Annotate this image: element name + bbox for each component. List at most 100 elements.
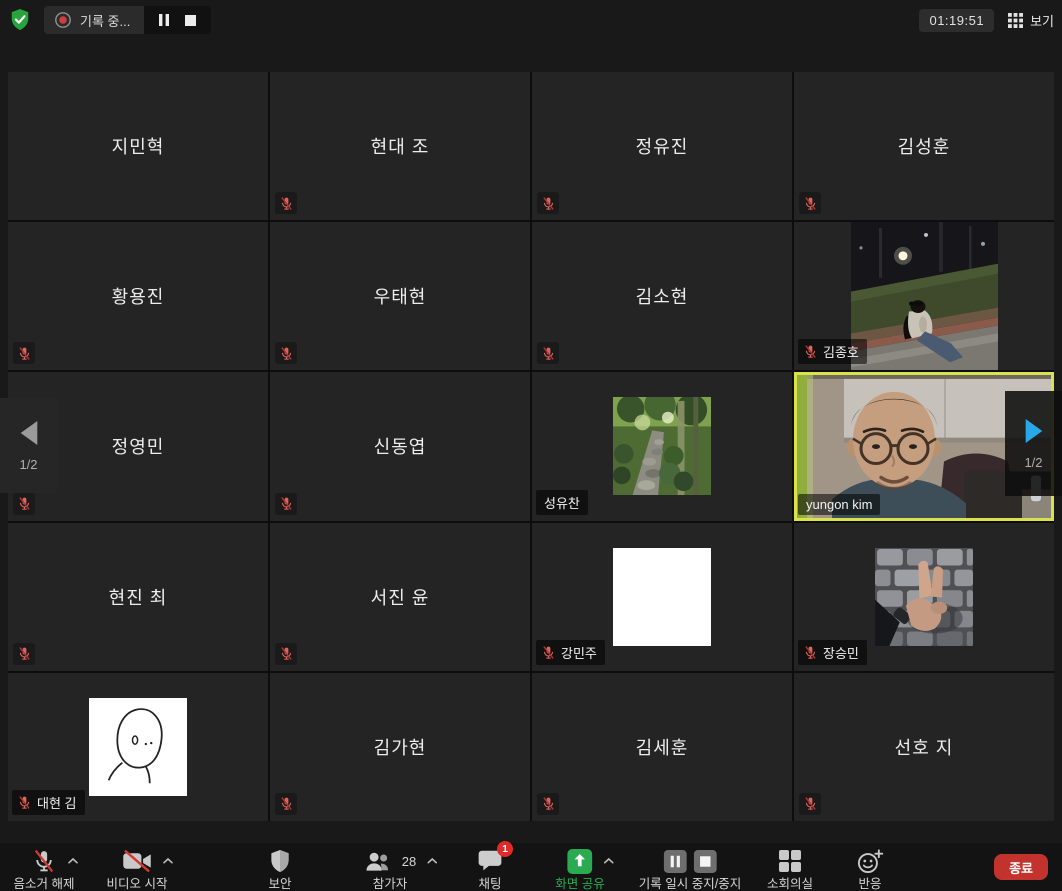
participant-tile-6[interactable]: 우태현: [270, 222, 530, 370]
participant-tile-8[interactable]: 김종호: [794, 222, 1054, 370]
participant-tile-7[interactable]: 김소현: [532, 222, 792, 370]
toolbar-item-reactions[interactable]: 반응: [857, 848, 884, 891]
toolbar-item-label: 화면 공유: [555, 878, 604, 891]
muted-mic-icon: [799, 192, 821, 214]
muted-mic-icon: [799, 793, 821, 815]
meeting-top-bar: 기록 중... 01:19:51 보기: [0, 0, 1062, 40]
meeting-timer: 01:19:51: [919, 9, 994, 32]
chat-unread-badge: 1: [497, 841, 513, 857]
participant-tile-15[interactable]: 강민주: [532, 523, 792, 671]
participant-name: 현대 조: [270, 72, 530, 220]
participant-name-label: yungon kim: [798, 494, 880, 515]
toolbar-item-unmute[interactable]: 음소거 해제: [14, 848, 75, 891]
participant-tile-13[interactable]: 현진 최: [8, 523, 268, 671]
chevron-up-icon[interactable]: [67, 858, 78, 865]
participant-tile-2[interactable]: 현대 조: [270, 72, 530, 220]
toolbar-item-label: 반응: [858, 878, 881, 891]
encryption-shield-icon[interactable]: [8, 7, 32, 33]
participant-tile-18[interactable]: 김가현: [270, 673, 530, 821]
participants-icon: [364, 850, 393, 873]
participant-name: 장승민: [823, 643, 859, 662]
participant-name: 성유찬: [544, 493, 580, 512]
muted-mic-icon: [275, 342, 297, 364]
toolbar-item-label: 참가자: [373, 878, 408, 891]
grid-view-icon: [1008, 13, 1023, 28]
participant-video-grid: 지민혁현대 조정유진김성훈황용진우태현김소현 김종호정영민신동엽 성유찬: [8, 72, 1054, 821]
participant-tile-16[interactable]: 장승민: [794, 523, 1054, 671]
toolbar-item-chat[interactable]: 1채팅: [477, 848, 503, 891]
chevron-up-icon[interactable]: [427, 858, 438, 865]
toolbar-item-security[interactable]: 보안: [268, 848, 291, 891]
stop-recording-button[interactable]: [184, 14, 197, 27]
muted-mic-icon: [541, 645, 556, 660]
mic-off-icon: [31, 848, 56, 874]
participant-name: 김가현: [270, 673, 530, 821]
participant-tile-3[interactable]: 정유진: [532, 72, 792, 220]
toolbar-item-share-screen[interactable]: 화면 공유: [555, 848, 604, 891]
participant-name: 황용진: [8, 222, 268, 370]
pause-recording-button[interactable]: [158, 13, 170, 27]
toolbar-item-label: 보안: [268, 878, 291, 891]
previous-page-button[interactable]: 1/2: [0, 398, 57, 493]
end-meeting-button[interactable]: 종료: [994, 854, 1048, 880]
muted-mic-icon: [17, 795, 32, 810]
participant-tile-10[interactable]: 신동엽: [270, 372, 530, 520]
participant-tile-11[interactable]: 성유찬: [532, 372, 792, 520]
muted-mic-icon: [803, 344, 818, 359]
participant-name: 김소현: [532, 222, 792, 370]
muted-mic-icon: [537, 192, 559, 214]
share-screen-icon: [567, 849, 592, 874]
meeting-toolbar: 음소거 해제비디오 시작 보안 28참가자 1채팅화면 공유 기록 일시 중지/중지 소회…: [0, 843, 1062, 891]
page-indicator-right: 1/2: [1024, 455, 1042, 470]
record-controls-icon: [663, 850, 716, 873]
muted-mic-icon: [275, 643, 297, 665]
video-off-icon: [122, 850, 151, 872]
participant-name: 김종호: [823, 342, 859, 361]
muted-mic-icon: [275, 793, 297, 815]
muted-mic-icon: [275, 192, 297, 214]
chevron-up-icon[interactable]: [162, 858, 173, 865]
participant-tile-1[interactable]: 지민혁: [8, 72, 268, 220]
chevron-left-icon: [17, 419, 41, 447]
participant-name-label: 김종호: [798, 339, 867, 364]
toolbar-item-breakout[interactable]: 소회의실: [767, 848, 813, 891]
participant-name: 신동엽: [270, 372, 530, 520]
toolbar-item-label: 비디오 시작: [107, 878, 168, 891]
toolbar-item-start-video[interactable]: 비디오 시작: [107, 848, 168, 891]
avatar-image: [613, 548, 711, 646]
chevron-right-icon: [1022, 417, 1046, 445]
participant-name: 현진 최: [8, 523, 268, 671]
recording-label: 기록 중...: [80, 11, 130, 30]
participant-name-label: 대현 김: [12, 790, 85, 815]
page-indicator-left: 1/2: [19, 457, 37, 472]
recording-dot-icon: [54, 11, 72, 29]
participant-name: 김성훈: [794, 72, 1054, 220]
next-page-button[interactable]: 1/2: [1005, 391, 1062, 496]
participant-name: 강민주: [561, 643, 597, 662]
participant-tile-5[interactable]: 황용진: [8, 222, 268, 370]
toolbar-item-participants[interactable]: 28참가자: [364, 848, 416, 891]
toolbar-item-label: 기록 일시 중지/중지: [639, 878, 741, 891]
toolbar-item-record-toggle[interactable]: 기록 일시 중지/중지: [639, 848, 741, 891]
muted-mic-icon: [13, 493, 35, 515]
participant-name: 서진 윤: [270, 523, 530, 671]
breakout-rooms-icon: [778, 849, 802, 873]
participant-tile-17[interactable]: 대현 김: [8, 673, 268, 821]
participant-name: yungon kim: [806, 497, 872, 512]
participant-tile-14[interactable]: 서진 윤: [270, 523, 530, 671]
muted-mic-icon: [537, 793, 559, 815]
participant-name: 우태현: [270, 222, 530, 370]
muted-mic-icon: [275, 493, 297, 515]
participant-tile-20[interactable]: 선호 지: [794, 673, 1054, 821]
participant-name: 김세훈: [532, 673, 792, 821]
participant-name-label: 장승민: [798, 640, 867, 665]
chevron-up-icon[interactable]: [603, 858, 614, 865]
participant-name: 대현 김: [37, 793, 77, 812]
participant-tile-19[interactable]: 김세훈: [532, 673, 792, 821]
view-button[interactable]: 보기: [1008, 11, 1054, 30]
avatar-image: [89, 698, 187, 796]
muted-mic-icon: [13, 342, 35, 364]
recording-indicator: 기록 중...: [44, 6, 211, 34]
participant-name: 선호 지: [794, 673, 1054, 821]
participant-tile-4[interactable]: 김성훈: [794, 72, 1054, 220]
